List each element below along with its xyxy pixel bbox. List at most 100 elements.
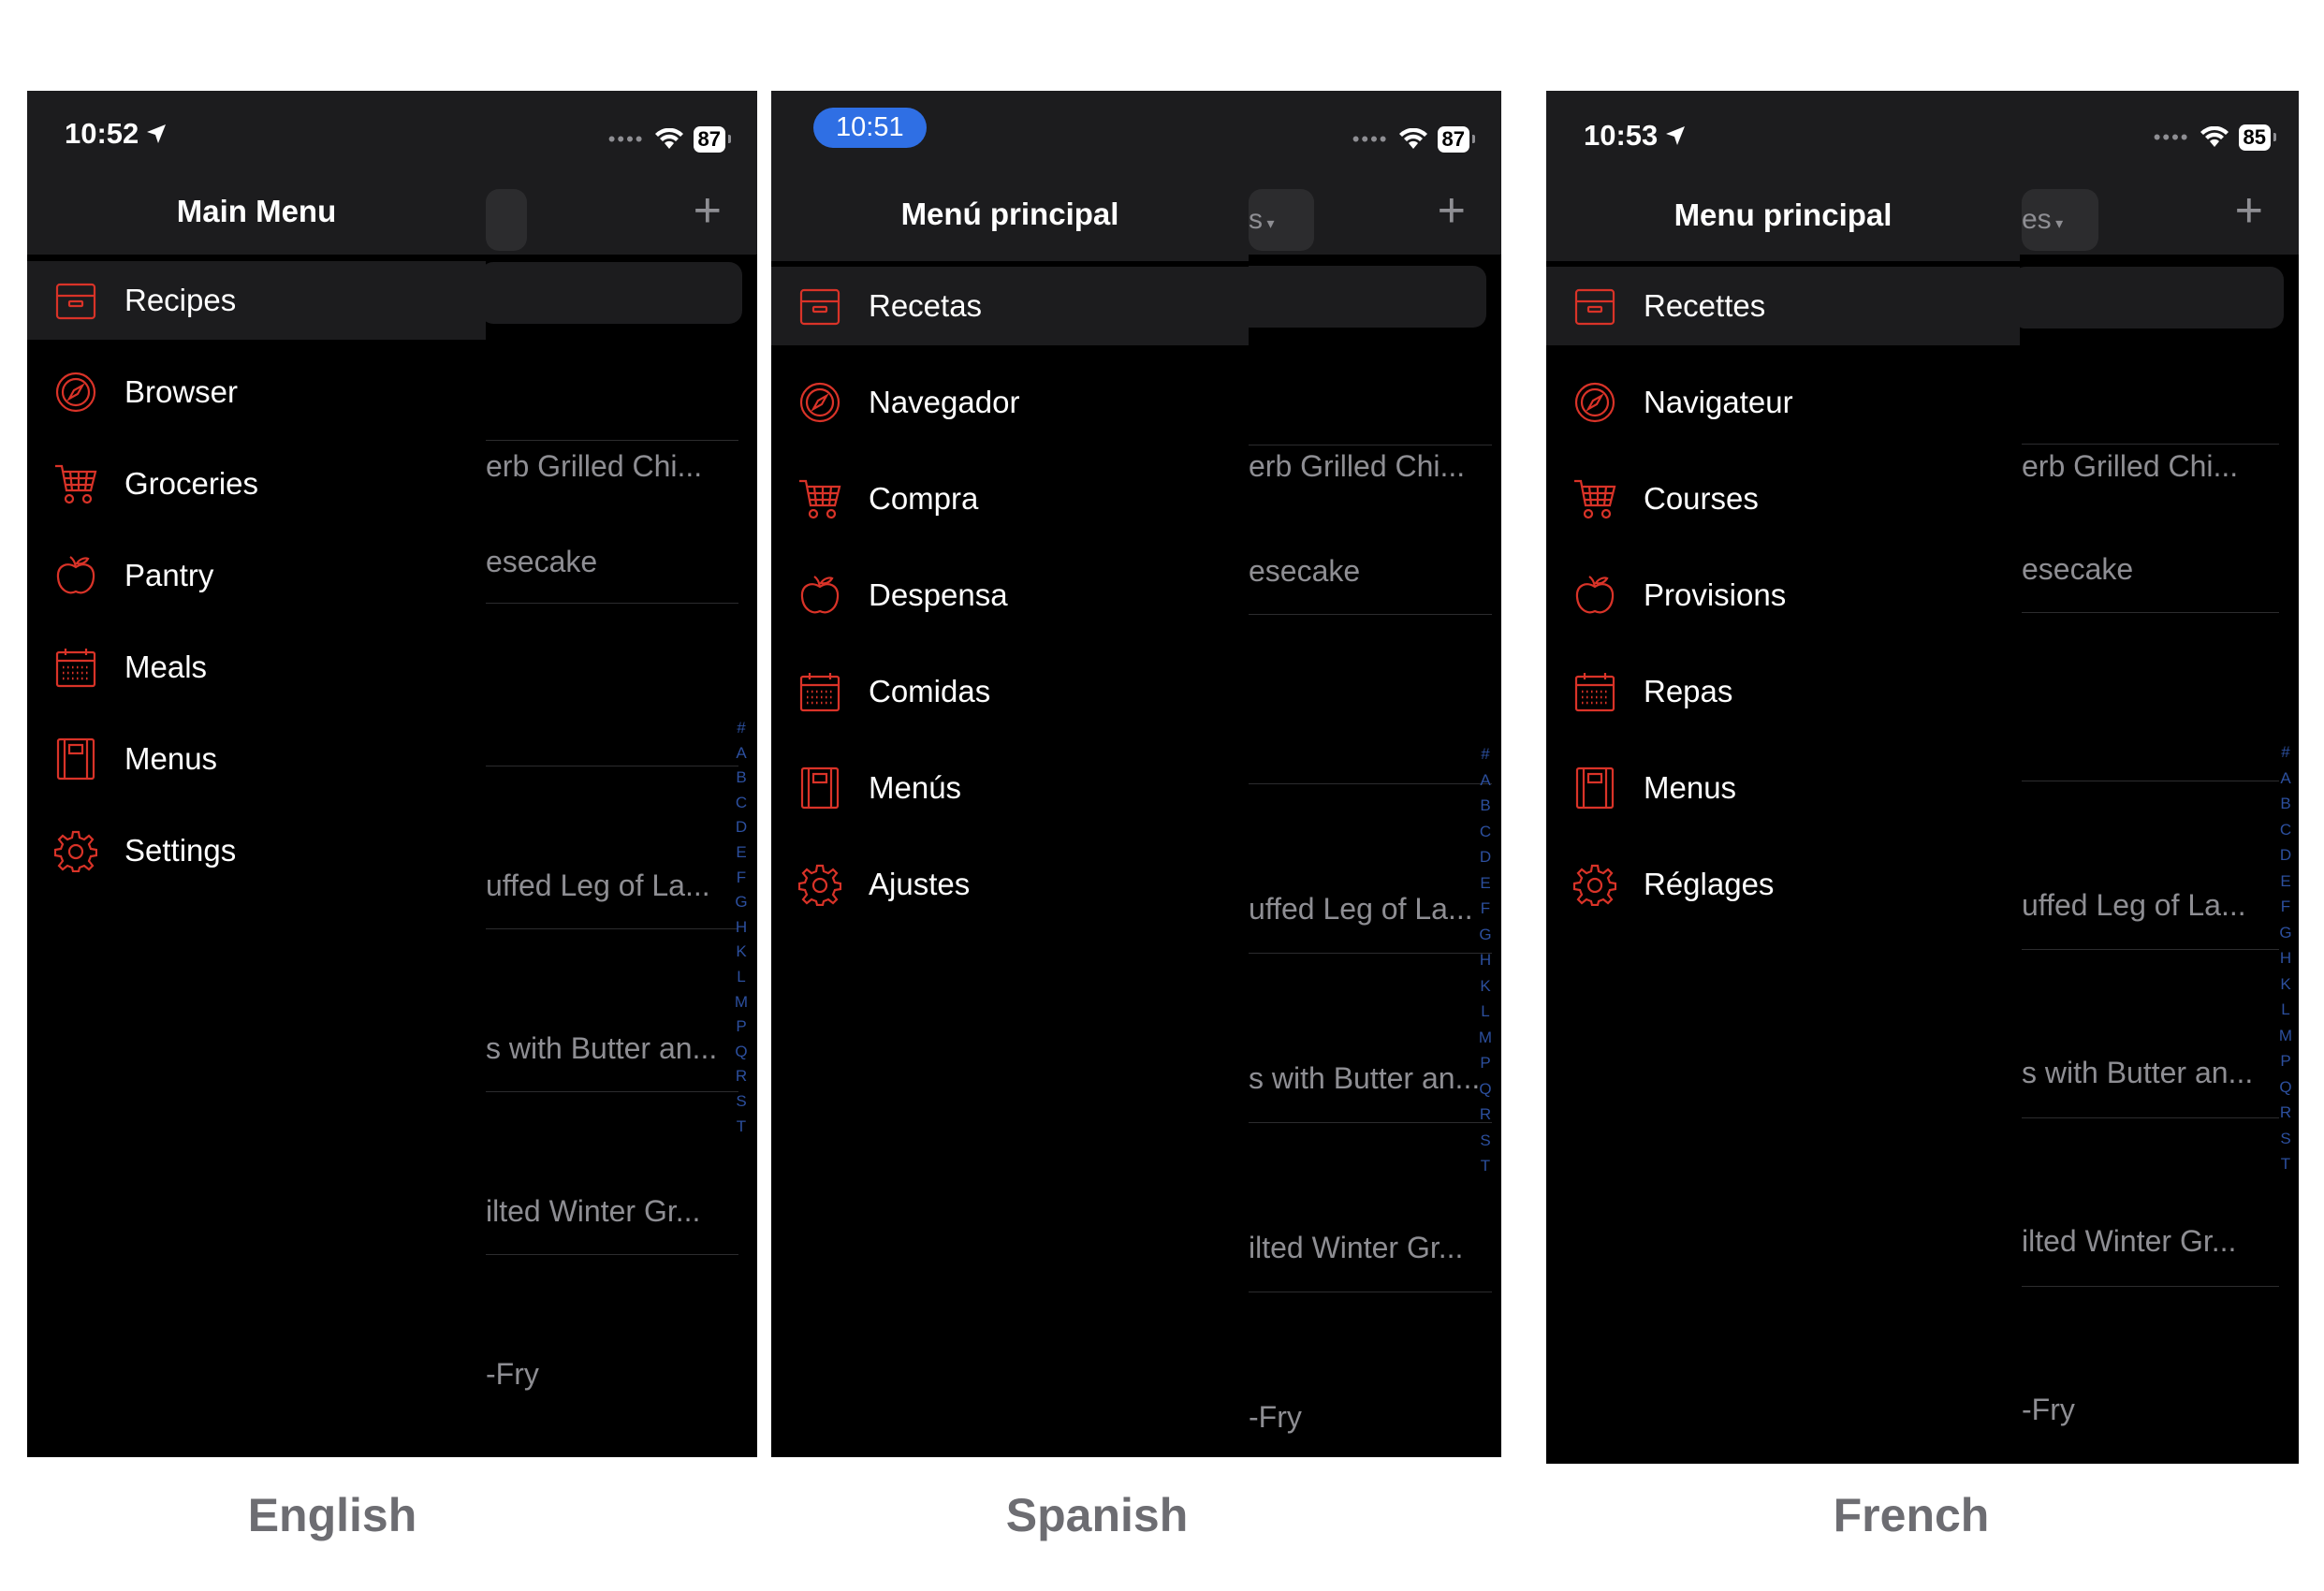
screen-spanish: •••• 87 s ▾ + erb Grilled Chi... esecake…	[771, 91, 1501, 1457]
location-arrow-icon	[1666, 126, 1686, 145]
recipe-row[interactable]: ilted Winter Gr...	[486, 1091, 738, 1255]
category-filter[interactable]: s ▾	[1249, 189, 1314, 251]
menu-item-recipes[interactable]: Recipes	[27, 261, 486, 340]
menu-item-meals[interactable]: Comidas	[771, 652, 1249, 731]
wifi-icon	[1398, 128, 1427, 149]
menu-book-icon	[796, 764, 844, 812]
add-recipe-button[interactable]: +	[694, 186, 722, 235]
screen-french: •••• 85 es ▾ + erb Grilled Chi... esecak…	[1546, 91, 2299, 1464]
category-filter[interactable]	[486, 189, 527, 251]
drawer-title: Menu principal	[1674, 197, 1893, 232]
recipe-row[interactable]: erb Grilled Chi...	[1249, 339, 1492, 483]
recipe-box-icon	[51, 276, 100, 325]
menu-item-recipes[interactable]: Recettes	[1546, 267, 2020, 345]
recipe-row[interactable]: ilted Winter Gr...	[1249, 1122, 1492, 1292]
location-arrow-icon	[147, 124, 167, 143]
add-recipe-button[interactable]: +	[1438, 186, 1466, 235]
recipe-row[interactable]: uffed Leg of La...	[2022, 781, 2279, 950]
selected-row-background	[1234, 266, 1486, 328]
menu-item-recipes[interactable]: Recetas	[771, 267, 1249, 345]
caption-english: English	[247, 1489, 417, 1541]
recipe-row[interactable]: -Fry	[1249, 1292, 1492, 1457]
menu-item-pantry[interactable]: Provisions	[1546, 556, 2020, 635]
recipe-row[interactable]: -Fry	[2022, 1286, 2279, 1454]
menu-item-settings[interactable]: Réglages	[1546, 845, 2020, 924]
screen-english: •••• 87 + erb Grilled Chi... esecake uff…	[27, 91, 757, 1457]
menu-item-settings[interactable]: Ajustes	[771, 845, 1249, 924]
drawer-header: 10:51 Menú principal	[771, 91, 1249, 261]
menu-book-icon	[51, 735, 100, 783]
recipe-row[interactable]: esecake	[2022, 444, 2279, 613]
cellular-signal-icon: ••••	[2153, 125, 2190, 149]
menu-item-groceries[interactable]: Compra	[771, 460, 1249, 538]
recipe-row[interactable]: erb Grilled Chi...	[486, 337, 738, 483]
menu-item-settings[interactable]: Settings	[27, 811, 486, 890]
recipe-row[interactable]: erb Grilled Chi...	[2022, 339, 2279, 483]
calendar-icon	[51, 643, 100, 692]
wifi-icon	[654, 128, 683, 149]
selected-row-background	[2012, 267, 2284, 328]
recipe-row[interactable]: ilted Winter Gr...	[2022, 1117, 2279, 1287]
recipe-row[interactable]	[2022, 612, 2279, 781]
main-menu-drawer: 10:51 Menú principal Recetas Navegador C…	[771, 91, 1249, 1457]
apple-icon	[796, 571, 844, 620]
recipe-row[interactable]	[1249, 614, 1492, 784]
drawer-title: Main Menu	[176, 194, 337, 228]
battery-indicator: 87	[693, 126, 732, 153]
recipe-row[interactable]: s with Butter an...	[2022, 949, 2279, 1118]
menu-item-browser[interactable]: Navegador	[771, 363, 1249, 442]
recipe-row[interactable]: uffed Leg of La...	[1249, 783, 1492, 954]
gear-icon	[1571, 860, 1619, 909]
recipe-row[interactable]: esecake	[1249, 445, 1492, 615]
menu-item-meals[interactable]: Repas	[1546, 652, 2020, 731]
category-filter[interactable]: es ▾	[2022, 189, 2098, 251]
menu-item-menus[interactable]: Menús	[771, 749, 1249, 827]
menu-item-menus[interactable]: Menus	[1546, 749, 2020, 827]
calendar-icon	[1571, 667, 1619, 716]
recipe-row[interactable]: uffed Leg of La...	[486, 766, 738, 929]
alphabet-index[interactable]: # A B C D E F G H K L M P Q R S T	[732, 716, 751, 1139]
menu-item-groceries[interactable]: Courses	[1546, 460, 2020, 538]
recipe-row[interactable]: s with Butter an...	[1249, 953, 1492, 1123]
recipe-row[interactable]: esecake	[486, 440, 738, 604]
calendar-icon	[796, 667, 844, 716]
chevron-down-icon: ▾	[2051, 216, 2064, 232]
main-menu-drawer: 10:52 Main Menu Recipes Browser Grocerie…	[27, 91, 486, 1457]
menu-item-menus[interactable]: Menus	[27, 720, 486, 798]
alphabet-index[interactable]: # A B C D E F G H K L M P Q R S T	[1476, 741, 1495, 1179]
status-time: 10:53	[1584, 119, 1686, 153]
battery-indicator: 87	[1437, 126, 1476, 153]
menu-item-meals[interactable]: Meals	[27, 628, 486, 707]
drawer-title: Menú principal	[900, 197, 1119, 231]
shopping-cart-icon	[1571, 474, 1619, 523]
battery-indicator: 85	[2238, 124, 2277, 151]
menu-item-pantry[interactable]: Pantry	[27, 536, 486, 615]
compass-icon	[51, 368, 100, 416]
status-bar-right: •••• 85	[2153, 124, 2277, 151]
shopping-cart-icon	[796, 474, 844, 523]
caption-french: French	[1833, 1489, 1990, 1541]
add-recipe-button[interactable]: +	[2235, 186, 2263, 235]
menu-book-icon	[1571, 764, 1619, 812]
recipe-row[interactable]: s with Butter an...	[486, 928, 738, 1092]
drawer-header: 10:52 Main Menu	[27, 91, 486, 255]
selected-row-background	[480, 262, 742, 324]
recipe-row[interactable]	[486, 603, 738, 766]
menu-item-groceries[interactable]: Groceries	[27, 445, 486, 523]
recipe-row[interactable]: -Fry	[486, 1254, 738, 1417]
compass-icon	[796, 378, 844, 427]
menu-item-pantry[interactable]: Despensa	[771, 556, 1249, 635]
status-bar-right: •••• 87	[1352, 126, 1476, 153]
status-time: 10:52	[65, 117, 167, 151]
gear-icon	[51, 826, 100, 875]
shopping-cart-icon	[51, 460, 100, 508]
menu-item-browser[interactable]: Navigateur	[1546, 363, 2020, 442]
menu-item-browser[interactable]: Browser	[27, 353, 486, 431]
cellular-signal-icon: ••••	[1352, 127, 1389, 151]
gear-icon	[796, 860, 844, 909]
recipe-box-icon	[796, 282, 844, 330]
cellular-signal-icon: ••••	[607, 127, 645, 151]
apple-icon	[1571, 571, 1619, 620]
alphabet-index[interactable]: # A B C D E F G H K L M P Q R S T	[2276, 739, 2295, 1177]
status-bar-right: •••• 87	[607, 126, 732, 153]
